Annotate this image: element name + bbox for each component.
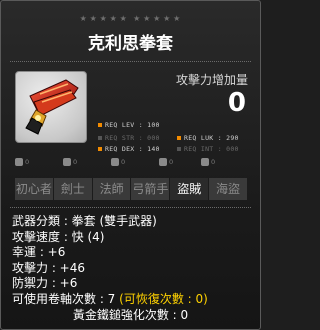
stat-weapon-type: 武器分類 : 拳套 (雙手武器) <box>12 214 157 228</box>
star-icon: ★ <box>163 14 172 23</box>
flag-item: 0 <box>159 158 173 166</box>
class-magician: 法師 <box>92 178 131 200</box>
star-icon: ★ <box>133 14 142 23</box>
item-name: 克利思拳套 <box>88 34 173 54</box>
star-icon: ★ <box>99 14 108 23</box>
star-icon: ★ <box>143 14 152 23</box>
flag-item: 0 <box>111 158 125 166</box>
divider <box>10 61 251 62</box>
star-icon: ★ <box>89 14 98 23</box>
flag-item: 0 <box>201 158 215 166</box>
stat-recoverable-slots: (可恢復次數 : 0) <box>119 291 208 306</box>
req-dex: REQ DEX : 140 <box>98 145 160 153</box>
bullet-icon <box>98 136 102 140</box>
divider <box>10 207 251 208</box>
flag-item: 0 <box>63 158 77 166</box>
bullet-icon <box>177 147 181 151</box>
class-warrior: 劍士 <box>53 178 92 200</box>
stat-attack-speed: 攻擊速度 : 快 (4) <box>12 229 105 244</box>
flag-item: 0 <box>15 158 29 166</box>
stat-luck: 幸運 : +6 <box>12 245 66 259</box>
item-tooltip: ★ ★ ★ ★ ★ ★ ★ ★ ★ ★ 克利思拳套 攻擊力增加量 0 REQ LEV : 100… <box>0 0 261 330</box>
sword-tag-icon <box>15 158 23 166</box>
class-pirate: 海盜 <box>209 178 247 200</box>
item-stats: 武器分類 : 拳套 (雙手武器) 攻擊速度 : 快 (4) 幸運 : +6 攻擊… <box>12 214 208 307</box>
req-str: REQ STR : 000 <box>98 134 160 142</box>
class-thief: 盜賊 <box>170 178 209 200</box>
star-icon: ★ <box>109 14 118 23</box>
req-int: REQ INT : 000 <box>177 145 239 153</box>
stat-defense: 防禦力 : +6 <box>12 276 78 290</box>
star-icon: ★ <box>153 14 162 23</box>
star-icon: ★ <box>119 14 128 23</box>
class-beginner: 初心者 <box>15 178 53 200</box>
attack-increase-value: 0 <box>227 88 246 118</box>
req-level: REQ LEV : 100 <box>98 121 160 129</box>
item-flags: 0 0 0 0 0 <box>15 158 246 170</box>
stat-upgrade-slots: 可使用卷軸次數 : 7 (可恢復次數 : 0) <box>12 291 208 306</box>
stat-attack: 攻擊力 : +46 <box>12 260 85 275</box>
attack-increase-label: 攻擊力增加量 <box>175 73 248 87</box>
req-luk: REQ LUK : 290 <box>177 134 239 142</box>
stat-golden-hammer: 黃金鐵鎚強化次數 : 0 <box>72 308 189 322</box>
bullet-icon <box>177 136 181 140</box>
shield-icon <box>159 158 167 166</box>
bullet-icon <box>98 147 102 151</box>
star-icon: ★ <box>173 14 182 23</box>
bag-icon <box>63 158 71 166</box>
potion-icon <box>111 158 119 166</box>
percent-icon <box>201 158 209 166</box>
item-icon-frame <box>15 71 87 143</box>
class-bowman: 弓箭手 <box>131 178 170 200</box>
claw-weapon-icon <box>25 79 79 135</box>
job-class-list: 初心者 劍士 法師 弓箭手 盜賊 海盜 <box>15 178 247 200</box>
star-icon: ★ <box>79 14 88 23</box>
star-force-rating: ★ ★ ★ ★ ★ ★ ★ ★ ★ ★ <box>1 14 260 23</box>
bullet-icon <box>98 123 102 127</box>
